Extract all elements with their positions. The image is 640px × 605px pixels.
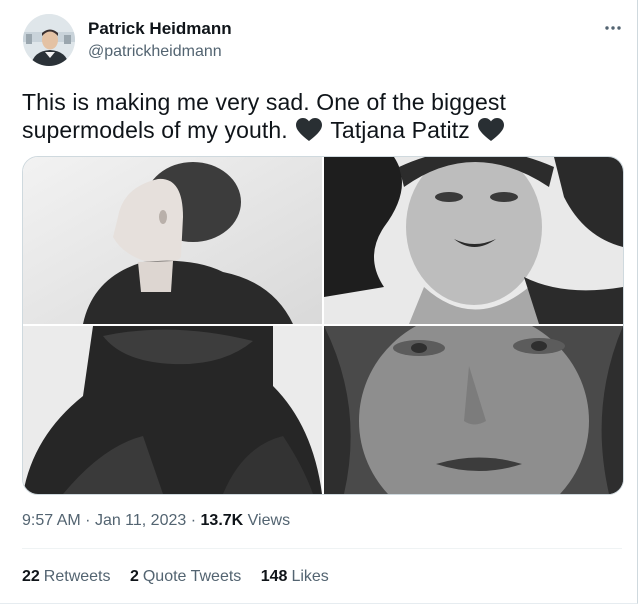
photo-icon [324,157,623,324]
tweet-time[interactable]: 9:57 AM [22,512,81,529]
likes-count: 148 [260,568,288,585]
photo-3[interactable] [23,326,322,494]
more-options-button[interactable] [599,18,627,38]
tweet-card: Patrick Heidmann @patrickheidmann This i… [0,0,638,604]
likes-link[interactable]: 148 Likes [261,568,329,586]
retweets-link[interactable]: 22 Retweets [22,568,111,586]
views-label: Views [247,512,291,529]
quotes-label: Quote Tweets [142,568,242,585]
tweet-text-line2: supermodels of my youth. Tatjana Patitz [22,116,622,144]
media-grid [22,156,624,495]
meta-separator: · [190,512,197,529]
photo-2[interactable] [324,157,623,324]
photo-icon [324,326,623,494]
views-count: 13.7K [200,512,244,529]
tweet-meta: 9:57 AM · Jan 11, 2023 · 13.7K Views [22,512,290,530]
black-heart-icon [296,118,323,141]
divider [22,548,622,549]
tweet-stats: 22 Retweets 2 Quote Tweets 148 Likes [22,568,344,586]
tweet-text-part1: supermodels of my youth. [22,117,288,143]
quote-tweets-link[interactable]: 2 Quote Tweets [130,568,241,586]
avatar[interactable] [23,14,75,66]
photo-4[interactable] [324,326,623,494]
photo-1[interactable] [23,157,322,324]
tweet-text: This is making me very sad. One of the b… [22,88,622,144]
quotes-count: 2 [129,568,139,585]
retweets-count: 22 [22,568,40,585]
author-name[interactable]: Patrick Heidmann [88,19,232,39]
tweet-text-part2: Tatjana Patitz [330,117,470,143]
author-handle[interactable]: @patrickheidmann [88,43,222,61]
retweets-label: Retweets [43,568,111,585]
meta-separator: · [85,512,91,529]
tweet-text-line1: This is making me very sad. One of the b… [22,89,506,115]
photo-icon [23,326,322,494]
photo-icon [23,157,322,324]
avatar-image [23,14,75,66]
tweet-date[interactable]: Jan 11, 2023 [95,512,186,529]
more-icon [605,26,621,30]
likes-label: Likes [291,568,329,585]
black-heart-icon [478,118,505,141]
